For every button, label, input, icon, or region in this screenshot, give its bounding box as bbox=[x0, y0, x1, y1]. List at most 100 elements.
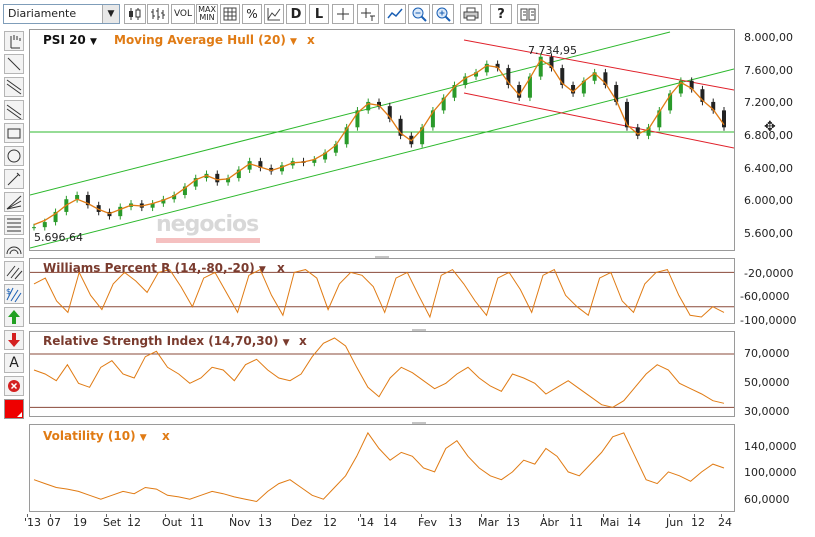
volatility-line bbox=[33, 431, 725, 503]
rectangle-tool-button[interactable] bbox=[4, 123, 24, 143]
chevron-down-icon[interactable]: ▼ bbox=[290, 37, 297, 47]
ray-tool-button[interactable] bbox=[4, 77, 24, 97]
price-chart[interactable] bbox=[30, 30, 734, 250]
williams-close-button[interactable]: x bbox=[277, 261, 285, 275]
x-tick-label: 13 bbox=[506, 516, 520, 529]
y-tick: 6.000,00 bbox=[744, 194, 793, 207]
hull-indicator-text: Moving Average Hull (20) bbox=[114, 33, 286, 47]
chevron-down-icon[interactable]: ▼ bbox=[283, 338, 290, 348]
x-tick-label: 19 bbox=[73, 516, 87, 529]
color-swatch-icon bbox=[17, 412, 22, 417]
fibonacci-fan-button[interactable] bbox=[4, 192, 24, 212]
line-button[interactable]: L bbox=[309, 4, 329, 24]
min-label: MIN bbox=[199, 13, 215, 22]
parallel-lines-button[interactable] bbox=[4, 261, 24, 281]
chevron-down-icon[interactable]: ▼ bbox=[90, 37, 97, 47]
x-tick-label: Mar bbox=[478, 516, 499, 529]
sell-signal-button[interactable] bbox=[4, 330, 24, 350]
rsi-close-button[interactable]: x bbox=[299, 334, 307, 348]
retracement-icon bbox=[7, 218, 21, 232]
volume-button[interactable]: VOL bbox=[171, 4, 195, 24]
buy-signal-button[interactable] bbox=[4, 307, 24, 327]
fibonacci-arcs-button[interactable] bbox=[4, 238, 24, 258]
x-tick-label: Out bbox=[162, 516, 182, 529]
drawing-toolbar: $ A bbox=[0, 29, 28, 421]
y-tick: 5.600,00 bbox=[744, 227, 793, 240]
x-tick-label: 14 bbox=[383, 516, 397, 529]
candle-body bbox=[42, 222, 47, 228]
williams-panel[interactable]: Williams Percent R (14,-80,-20) ▼ x bbox=[29, 258, 735, 324]
y-tick: 100,0000 bbox=[744, 466, 797, 479]
channel-tool-icon bbox=[6, 104, 22, 120]
crosshair-label-button[interactable] bbox=[357, 4, 379, 24]
grid-button[interactable] bbox=[220, 4, 240, 24]
high-annotation: 7.734,95 bbox=[528, 44, 577, 57]
y-tick: -60,0000 bbox=[740, 290, 790, 303]
color-picker-button[interactable] bbox=[4, 399, 24, 419]
compare-icon bbox=[267, 8, 281, 21]
x-tick-label: 13 bbox=[258, 516, 272, 529]
ohlc-chart-button[interactable] bbox=[147, 4, 169, 24]
volatility-panel[interactable]: Volatility (10) ▼ x bbox=[29, 424, 735, 512]
x-tick-label: 12 bbox=[127, 516, 141, 529]
trend-icon bbox=[387, 8, 403, 19]
daily-button[interactable]: D bbox=[286, 4, 306, 24]
chevron-down-icon[interactable]: ▼ bbox=[102, 5, 119, 23]
low-annotation: 5.696,64 bbox=[34, 231, 83, 244]
fibonacci-retracement-button[interactable] bbox=[4, 215, 24, 235]
book-button[interactable] bbox=[517, 4, 539, 24]
chevron-down-icon[interactable]: ▼ bbox=[259, 265, 266, 275]
price-chart-panel[interactable]: PSI 20 ▼ Moving Average Hull (20) ▼ x ne… bbox=[29, 29, 735, 251]
x-tick-label: Dez bbox=[291, 516, 313, 529]
symbol-text: PSI 20 bbox=[43, 33, 86, 47]
delete-drawing-button[interactable] bbox=[4, 376, 24, 396]
print-button[interactable] bbox=[460, 4, 482, 24]
daily-label: D bbox=[290, 6, 302, 22]
hand-pointer-button[interactable] bbox=[4, 31, 24, 51]
y-tick: -20,0000 bbox=[744, 267, 794, 280]
help-button[interactable]: ? bbox=[490, 4, 512, 24]
ohlc-icon bbox=[151, 8, 165, 20]
pencil-tool-button[interactable] bbox=[4, 169, 24, 189]
hull-close-button[interactable]: x bbox=[307, 33, 315, 47]
hull-indicator-label[interactable]: Moving Average Hull (20) ▼ bbox=[114, 33, 297, 47]
williams-title-text: Williams Percent R (14,-80,-20) bbox=[43, 261, 255, 275]
y-tick: 7.600,00 bbox=[744, 64, 793, 77]
line-tool-button[interactable] bbox=[4, 54, 24, 74]
parallel-icon bbox=[6, 265, 23, 280]
ellipse-tool-button[interactable] bbox=[4, 146, 24, 166]
x-tick-label: Mai bbox=[600, 516, 620, 529]
candlestick-chart-button[interactable] bbox=[124, 4, 146, 24]
hand-icon bbox=[10, 35, 21, 49]
pencil-icon bbox=[7, 172, 21, 186]
zoom-out-button[interactable] bbox=[408, 4, 430, 24]
compare-button[interactable] bbox=[264, 4, 284, 24]
chevron-down-icon[interactable]: ▼ bbox=[140, 433, 147, 443]
rsi-line bbox=[33, 337, 725, 408]
rsi-title[interactable]: Relative Strength Index (14,70,30) ▼ bbox=[43, 334, 290, 348]
volatility-close-button[interactable]: x bbox=[162, 429, 170, 443]
max-min-button[interactable]: MAX MIN bbox=[196, 4, 218, 24]
ray-tool-icon bbox=[6, 79, 22, 95]
crosshair-label-icon bbox=[361, 8, 375, 21]
crosshair-icon bbox=[337, 8, 349, 20]
candlestick-icon bbox=[129, 8, 141, 20]
y-tick: 30,0000 bbox=[744, 405, 790, 418]
percent-label: % bbox=[246, 7, 258, 21]
percent-button[interactable]: % bbox=[242, 4, 262, 24]
trend-zoom-button[interactable] bbox=[384, 4, 406, 24]
zoom-in-button[interactable] bbox=[432, 4, 454, 24]
text-tool-icon: A bbox=[9, 355, 19, 371]
red-channel-lower-line bbox=[463, 92, 734, 149]
speed-lines-icon: $ bbox=[6, 287, 22, 303]
period-select[interactable]: Diariamente ▼ bbox=[3, 4, 120, 24]
rsi-panel[interactable]: Relative Strength Index (14,70,30) ▼ x bbox=[29, 331, 735, 417]
text-tool-button[interactable]: A bbox=[4, 353, 24, 373]
crosshair-button[interactable] bbox=[332, 4, 354, 24]
channel-tool-button[interactable] bbox=[4, 100, 24, 120]
symbol-label[interactable]: PSI 20 ▼ bbox=[43, 33, 97, 47]
volatility-title[interactable]: Volatility (10) ▼ bbox=[43, 429, 147, 443]
speed-lines-button[interactable]: $ bbox=[4, 284, 24, 304]
candle-body bbox=[215, 173, 220, 183]
williams-title[interactable]: Williams Percent R (14,-80,-20) ▼ bbox=[43, 261, 266, 275]
